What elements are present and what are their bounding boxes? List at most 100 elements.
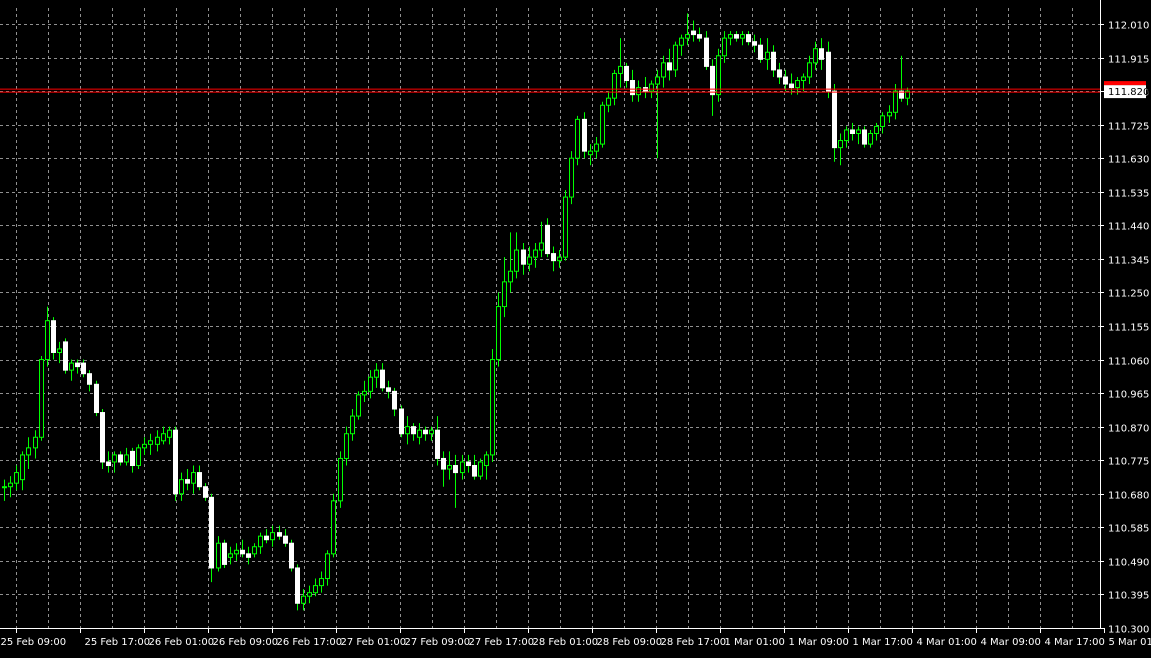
- candle-body-bull: [191, 472, 196, 484]
- candle-body-bull: [350, 415, 355, 435]
- candlestick-chart[interactable]: 112.010 111.915 111.820 111.725 111.630 111.5…: [0, 0, 1151, 658]
- y-tick-label: 110.490: [1108, 558, 1149, 569]
- candle-body-bear: [81, 362, 86, 375]
- candle-body-bull: [569, 157, 574, 198]
- candle-body-bear: [240, 549, 245, 555]
- candle-body-bull: [319, 578, 324, 587]
- y-tick-label: 112.010: [1108, 21, 1149, 32]
- candle-body-bull: [606, 97, 611, 106]
- candle-body-bull: [685, 34, 690, 39]
- candle-body-bull: [26, 447, 31, 456]
- candle-body-bear: [185, 479, 190, 484]
- candle-body-bear: [264, 535, 269, 541]
- chart-background: [0, 0, 1151, 658]
- candle-body-bear: [746, 34, 751, 43]
- x-tick-label: 1 Mar 17:00: [853, 637, 913, 648]
- candle-body-bull: [661, 62, 666, 78]
- current-price-label: 111.820: [1108, 87, 1149, 98]
- candle-body-bull: [502, 281, 507, 308]
- candle-body-bull: [594, 143, 599, 152]
- candle-body-bear: [545, 224, 550, 255]
- candle-body-bull: [728, 34, 733, 39]
- candle-body-bear: [100, 412, 105, 463]
- y-tick-label: 111.060: [1108, 357, 1149, 368]
- x-tick-label: 4 Mar 01:00: [917, 637, 977, 648]
- x-tick-label: 27 Feb 09:00: [405, 637, 471, 648]
- candle-body-bear: [819, 48, 824, 60]
- candle-body-bear: [758, 44, 763, 60]
- x-tick-label: 1 Mar 09:00: [789, 637, 849, 648]
- candle-body-bull: [838, 140, 843, 149]
- candle-body-bull: [368, 376, 373, 392]
- candle-body-bull: [496, 306, 501, 361]
- candle-body-bull: [39, 359, 44, 438]
- y-tick-label: 110.585: [1108, 524, 1149, 535]
- candle-body-bull: [2, 486, 7, 489]
- candle-body-bull: [447, 465, 452, 470]
- x-tick-label: 28 Feb 09:00: [597, 637, 663, 648]
- candle-body-bear: [832, 90, 837, 149]
- candle-body-bull: [880, 115, 885, 127]
- candle-body-bull: [338, 457, 343, 502]
- y-tick-label: 111.915: [1108, 55, 1149, 66]
- candle-body-bull: [539, 242, 544, 251]
- candle-body-bull: [575, 118, 580, 159]
- candle-body-bull: [331, 500, 336, 555]
- candle-body-bear: [63, 341, 68, 371]
- candle-body-bear: [783, 76, 788, 85]
- x-tick-label: 28 Feb 01:00: [533, 637, 599, 648]
- x-tick-label: 1 Mar 01:00: [725, 637, 785, 648]
- x-tick-label: 4 Mar 17:00: [1045, 637, 1105, 648]
- candle-body-bear: [203, 486, 208, 498]
- candle-body-bull: [136, 447, 141, 467]
- candle-body-bull: [124, 454, 129, 463]
- x-tick-label: 27 Feb 17:00: [469, 637, 535, 648]
- y-tick-label: 110.775: [1108, 457, 1149, 468]
- x-tick-label: 25 Feb 09:00: [1, 637, 67, 648]
- candle-body-bull: [362, 390, 367, 396]
- candle-body-bear: [691, 30, 696, 36]
- candle-body-bull: [155, 436, 160, 445]
- x-tick-label: 27 Feb 01:00: [341, 637, 407, 648]
- candle-body-bull: [563, 196, 568, 258]
- y-tick-label: 110.965: [1108, 390, 1149, 401]
- candle-body-bull: [57, 348, 62, 353]
- candle-body-bear: [551, 253, 556, 262]
- candle-body-bull: [868, 132, 873, 145]
- candle-body-bull: [270, 532, 275, 541]
- candle-body-bear: [283, 535, 288, 544]
- candle-body-bear: [51, 320, 56, 353]
- candle-body-bull: [795, 80, 800, 89]
- candle-body-bull: [142, 443, 147, 449]
- candle-body-bull: [405, 426, 410, 435]
- y-tick-label: 111.250: [1108, 289, 1149, 300]
- candle-body-bull: [33, 436, 38, 449]
- candle-body-bull: [533, 249, 538, 258]
- candle-body-bull: [807, 62, 812, 78]
- candle-body-bull: [45, 320, 50, 361]
- y-tick-label: 110.300: [1108, 625, 1149, 636]
- candle-body-bull: [527, 256, 532, 265]
- candle-body-bear: [106, 461, 111, 467]
- candle-body-bull: [673, 44, 678, 71]
- candle-body-bear: [246, 553, 251, 558]
- candle-body-bear: [130, 450, 135, 467]
- y-tick-label: 111.155: [1108, 323, 1149, 334]
- candle-body-bear: [752, 41, 757, 46]
- candle-body-bear: [423, 429, 428, 435]
- candle-body-bull: [179, 479, 184, 495]
- candle-body-bull: [325, 553, 330, 580]
- candle-body-bull: [844, 129, 849, 142]
- candle-body-bull: [112, 454, 117, 463]
- candle-body-bear: [209, 496, 214, 569]
- candle-body-bull: [813, 48, 818, 64]
- candle-body-bear: [380, 369, 385, 389]
- candle-body-bull: [722, 37, 727, 57]
- candle-body-bear: [771, 51, 776, 71]
- candle-body-bear: [826, 51, 831, 92]
- x-tick-label: 26 Feb 17:00: [277, 637, 343, 648]
- candle-body-bear: [173, 429, 178, 495]
- candle-body-bear: [94, 383, 99, 414]
- y-tick-label: 111.345: [1108, 256, 1149, 267]
- candle-body-bull: [374, 369, 379, 378]
